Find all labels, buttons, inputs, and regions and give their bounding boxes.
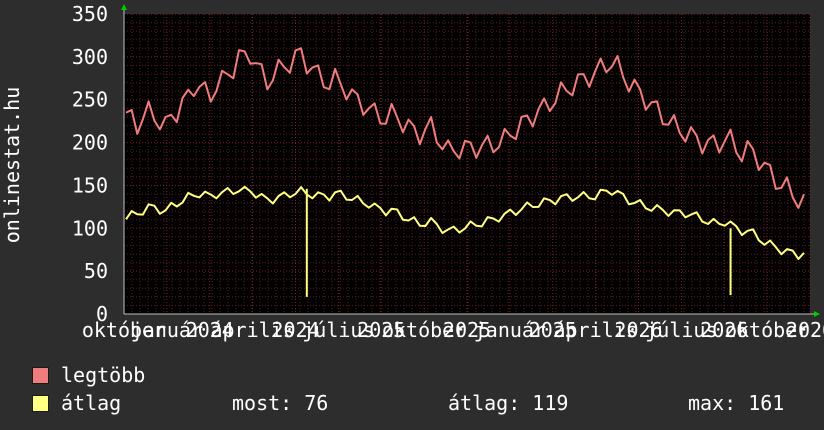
y-tick-label: 200 bbox=[72, 131, 108, 155]
y-tick-label: 300 bbox=[72, 45, 108, 69]
y-tick-label: 250 bbox=[72, 88, 108, 112]
y-tick-label: 150 bbox=[72, 173, 108, 197]
grid bbox=[123, 13, 811, 315]
y-tick-label: 100 bbox=[72, 216, 108, 240]
y-axis-arrow-icon bbox=[121, 4, 127, 10]
y-tick-label: 50 bbox=[84, 259, 108, 283]
y-axis-title: onlinestat.hu bbox=[0, 87, 24, 244]
x-tick-label: 2026 bbox=[786, 318, 824, 342]
y-tick-label: 350 bbox=[72, 2, 108, 26]
x-axis-arrow-icon bbox=[814, 311, 820, 317]
chart: 050100150200250300350októberjanuár2024áp… bbox=[0, 2, 824, 342]
